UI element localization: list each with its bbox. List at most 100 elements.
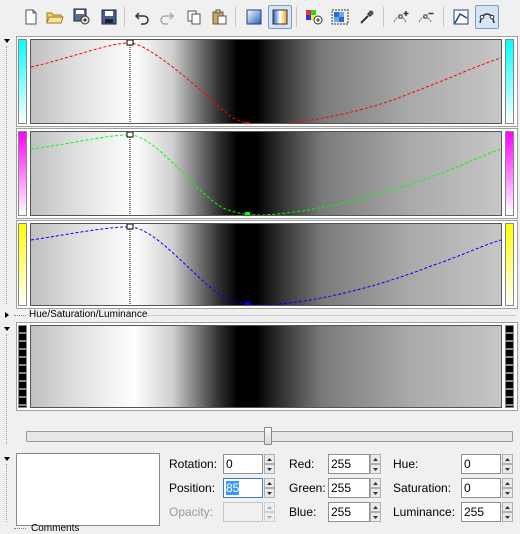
red-channel-right-bar (505, 39, 514, 124)
gradient-view-icon[interactable] (242, 5, 266, 29)
spin-up-icon[interactable] (502, 478, 513, 488)
red-input[interactable]: 255 (328, 454, 370, 474)
blue-channel-panel (16, 220, 518, 309)
luminance-input[interactable]: 255 (461, 502, 501, 522)
green-min-node[interactable] (245, 212, 250, 215)
saturation-spinner[interactable] (502, 478, 513, 498)
green-channel-curve (31, 134, 501, 215)
spin-down-icon[interactable] (370, 512, 381, 522)
eyedropper-icon[interactable] (355, 5, 379, 29)
hue-spinner[interactable] (502, 454, 513, 474)
position-input[interactable]: 85 (223, 478, 263, 498)
blue-min-node[interactable] (245, 302, 250, 305)
blue-input[interactable]: 255 (328, 502, 370, 522)
position-value: 85 (226, 481, 240, 495)
gradient-preview-panel (16, 322, 518, 411)
blue-channel-left-bar (18, 223, 27, 306)
spin-up-icon (264, 502, 275, 512)
spin-down-icon[interactable] (264, 488, 275, 498)
green-channel-panel (16, 128, 518, 219)
blue-channel-graph[interactable] (30, 223, 502, 306)
luminance-spinner[interactable] (502, 502, 513, 522)
green-spinner[interactable] (370, 478, 381, 498)
green-channel-curve-svg (31, 132, 501, 215)
luminance-label: Luminance: (393, 505, 456, 519)
blue-channel-curve (31, 226, 501, 305)
collapse-gradient-icon[interactable] (4, 327, 10, 331)
remove-node-icon[interactable] (415, 5, 439, 29)
rotation-spinner[interactable] (264, 454, 275, 474)
copy-icon[interactable] (182, 5, 206, 29)
spin-up-icon[interactable] (264, 454, 275, 464)
gutter-divider (6, 464, 8, 522)
add-color-icon[interactable] (302, 5, 326, 29)
red-label: Red: (289, 457, 315, 471)
spin-down-icon[interactable] (502, 488, 513, 498)
red-channel-graph[interactable] (30, 39, 502, 124)
spin-up-icon[interactable] (264, 478, 275, 488)
expand-hsl-icon[interactable] (5, 312, 9, 318)
spin-down-icon[interactable] (264, 464, 275, 474)
red-selected-node[interactable] (126, 40, 134, 46)
opacity-input (223, 502, 263, 522)
undo-icon[interactable] (130, 5, 154, 29)
add-node-icon[interactable] (390, 5, 414, 29)
red-spinner[interactable] (370, 454, 381, 474)
toolbar-separator (383, 7, 384, 27)
paste-icon[interactable] (207, 5, 231, 29)
saturation-label: Saturation: (393, 481, 452, 495)
hsl-header-rule (146, 315, 516, 316)
collapse-properties-icon[interactable] (4, 457, 10, 461)
spin-down-icon[interactable] (370, 464, 381, 474)
open-folder-icon[interactable] (43, 5, 67, 29)
spin-up-icon[interactable] (370, 454, 381, 464)
rotation-input[interactable]: 0 (223, 454, 263, 474)
blue-spinner[interactable] (370, 502, 381, 522)
hsl-section-header[interactable]: Hue/Saturation/Luminance (0, 309, 520, 323)
hsl-section-title: Hue/Saturation/Luminance (29, 309, 148, 320)
position-spinner[interactable] (264, 478, 275, 498)
save-icon[interactable] (97, 5, 121, 29)
green-channel-right-bar (505, 131, 514, 216)
hue-input[interactable]: 0 (461, 454, 501, 474)
channel-view-icon[interactable] (268, 5, 292, 29)
red-channel-curve (31, 42, 501, 123)
blue-selected-node[interactable] (126, 224, 134, 230)
saturation-input[interactable]: 0 (461, 478, 501, 498)
spin-up-icon[interactable] (370, 502, 381, 512)
toolbar-separator (296, 7, 297, 27)
spin-down-icon[interactable] (370, 488, 381, 498)
comments-section-header[interactable]: Comments (0, 523, 520, 534)
spin-up-icon[interactable] (370, 478, 381, 488)
toolbar-separator (443, 7, 444, 27)
red-channel-panel (16, 36, 518, 127)
position-slider-thumb[interactable] (264, 427, 272, 445)
blue-channel-right-bar (505, 223, 514, 306)
new-icon[interactable] (19, 5, 43, 29)
spin-down-icon[interactable] (502, 464, 513, 474)
linear-interpolation-icon[interactable] (449, 5, 473, 29)
green-selected-node[interactable] (126, 132, 134, 138)
red-min-node[interactable] (245, 122, 250, 123)
spin-up-icon[interactable] (502, 454, 513, 464)
redo-icon[interactable] (155, 5, 179, 29)
hue-label: Hue: (393, 457, 419, 471)
comments-section-title: Comments (31, 523, 80, 534)
red-channel-left-bar (18, 39, 27, 124)
smooth-interpolation-icon[interactable] (475, 5, 499, 29)
spin-down-icon[interactable] (502, 512, 513, 522)
gradient-preview[interactable] (30, 325, 502, 408)
opacity-left-bar (18, 325, 27, 408)
green-input[interactable]: 255 (328, 478, 370, 498)
toolbar (0, 0, 520, 35)
save-as-icon[interactable] (70, 5, 94, 29)
green-channel-graph[interactable] (30, 131, 502, 216)
collapse-channels-icon[interactable] (4, 39, 10, 43)
toolbar-separator (235, 7, 236, 27)
opacity-label: Opacity: (169, 505, 214, 519)
spin-up-icon[interactable] (502, 502, 513, 512)
red-channel-curve-svg (31, 40, 501, 123)
blue-channel-curve-svg (31, 224, 501, 305)
rotation-label: Rotation: (169, 457, 218, 471)
select-color-icon[interactable] (328, 5, 352, 29)
